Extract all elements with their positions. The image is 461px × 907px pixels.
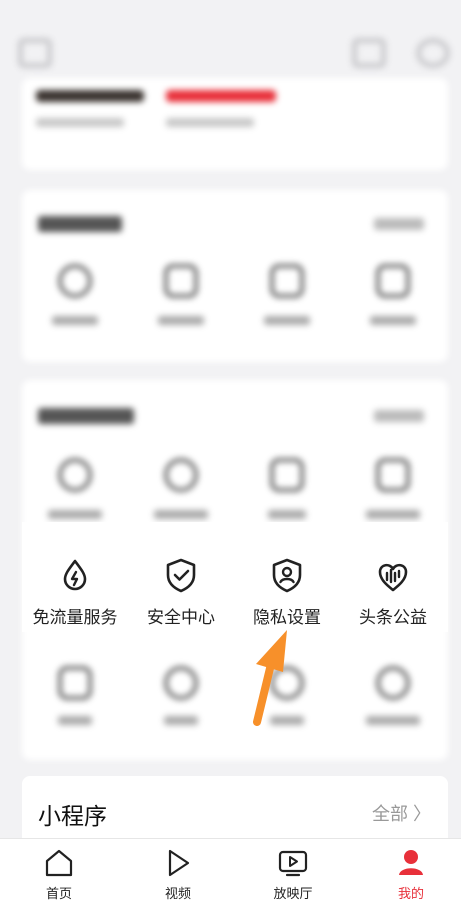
mini-program-all-link[interactable]: 全部 〉 bbox=[372, 800, 431, 826]
home-icon bbox=[45, 849, 73, 877]
bottom-navigation: 首页 视频 放映厅 我的 bbox=[0, 838, 461, 907]
nav-item-mine[interactable]: 我的 bbox=[366, 847, 456, 902]
annotation-arrow bbox=[253, 630, 287, 726]
nav-item-video[interactable]: 视频 bbox=[133, 847, 223, 902]
nav-label-video: 视频 bbox=[164, 886, 191, 901]
nav-label-mine: 我的 bbox=[397, 886, 424, 901]
nav-label-cinema: 放映厅 bbox=[273, 886, 313, 901]
mini-program-title: 小程序 bbox=[38, 803, 107, 829]
nav-item-home[interactable]: 首页 bbox=[14, 847, 104, 902]
user-avatar-icon bbox=[399, 850, 423, 875]
nav-label-home: 首页 bbox=[45, 886, 72, 901]
tv-play-icon bbox=[278, 850, 308, 877]
nav-item-cinema[interactable]: 放映厅 bbox=[248, 847, 338, 902]
play-icon bbox=[168, 849, 190, 877]
